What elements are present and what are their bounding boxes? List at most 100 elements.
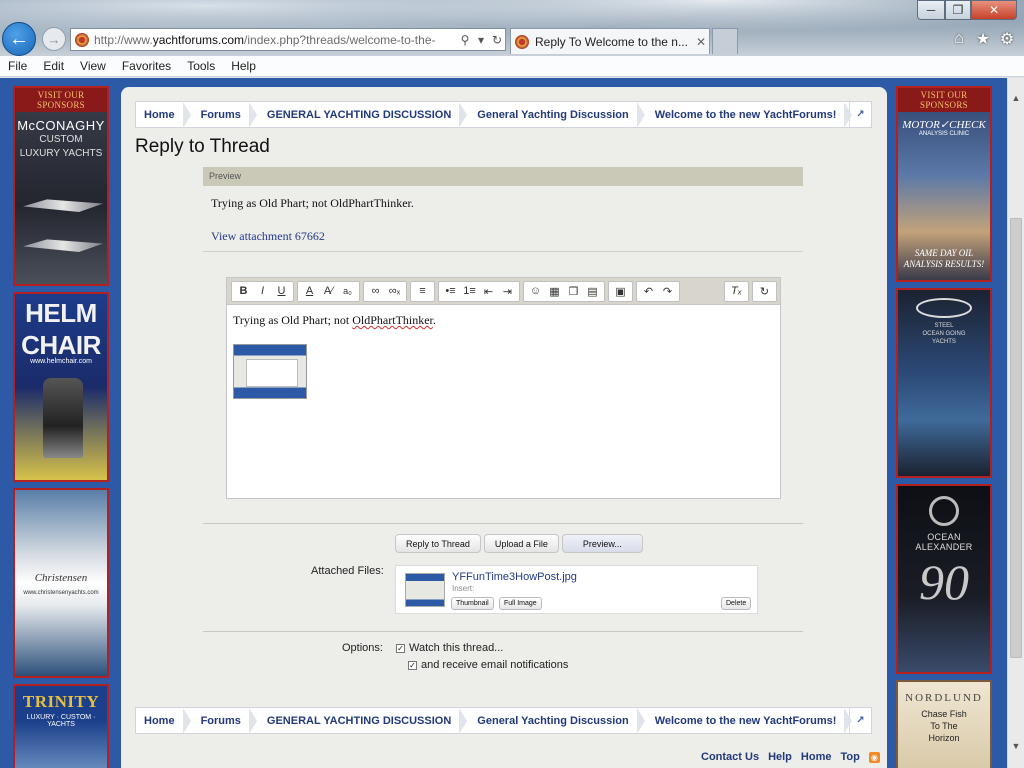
url-text[interactable]: http://www.yachtforums.com/index.php?thr… xyxy=(94,33,457,47)
italic-icon[interactable]: I xyxy=(253,282,272,301)
breadcrumb-home[interactable]: Home xyxy=(136,708,191,734)
ad-ocean-alexander[interactable]: OCEAN ALEXANDER 90 xyxy=(896,484,992,674)
ad-christensen[interactable]: Christensen www.christensenyachts.com xyxy=(13,488,109,678)
toolbar-group-font: A A⁄ a₀ xyxy=(297,280,360,302)
menu-help[interactable]: Help xyxy=(223,59,264,73)
ad-mcconaghy[interactable]: VISIT OUR SPONSORS McCONAGHY CUSTOM LUXU… xyxy=(13,86,109,286)
toolbar-group-link: ∞ ∞ₓ xyxy=(363,280,407,302)
options-label: Options: xyxy=(342,642,383,654)
media-icon[interactable]: ❐ xyxy=(564,282,583,301)
close-tab-icon[interactable]: ✕ xyxy=(693,35,709,49)
ad-bering[interactable]: STEEL OCEAN GOING YACHTS xyxy=(896,288,992,478)
align-icon[interactable]: ≡ xyxy=(413,282,432,301)
ad-helm-chair[interactable]: HELM CHAIR www.helmchair.com xyxy=(13,292,109,482)
restore-button[interactable]: ❐ xyxy=(945,0,971,20)
breadcrumb-bottom: Home Forums GENERAL YACHTING DISCUSSION … xyxy=(135,707,872,734)
email-notify-option[interactable]: ✓ and receive email notifications xyxy=(408,659,568,671)
scroll-up-icon[interactable]: ▲ xyxy=(1008,90,1024,106)
dropdown-arrow-icon[interactable]: ▾ xyxy=(473,33,489,47)
quote-icon[interactable]: ▤ xyxy=(583,282,602,301)
menu-view[interactable]: View xyxy=(72,59,114,73)
breadcrumb-forums[interactable]: Forums xyxy=(183,102,258,128)
watch-thread-checkbox[interactable]: ✓ xyxy=(396,643,405,653)
upload-file-button[interactable]: Upload a File xyxy=(483,534,559,553)
breadcrumb-thread[interactable]: Welcome to the new YachtForums! xyxy=(637,708,853,734)
footer-contact-us[interactable]: Contact Us xyxy=(701,751,759,763)
menu-file[interactable]: File xyxy=(0,59,35,73)
underline-icon[interactable]: U xyxy=(272,282,291,301)
gear-icon[interactable]: ⚙ xyxy=(998,30,1016,48)
view-attachment-link[interactable]: View attachment 67662 xyxy=(211,229,803,244)
menu-edit[interactable]: Edit xyxy=(35,59,72,73)
toggle-source-icon[interactable]: ↻ xyxy=(755,282,774,301)
forward-button[interactable]: → xyxy=(42,27,66,51)
preview-button[interactable]: Preview... xyxy=(561,534,643,553)
toolbar-group-align: ≡ xyxy=(410,280,435,302)
attachment-filename[interactable]: YFFunTime3HowPost.jpg xyxy=(452,571,577,583)
font-family-icon[interactable]: a₀ xyxy=(338,282,357,301)
menu-favorites[interactable]: Favorites xyxy=(114,59,179,73)
footer-help[interactable]: Help xyxy=(768,751,792,763)
insert-thumbnail-button[interactable]: Thumbnail xyxy=(451,597,494,610)
bullet-list-icon[interactable]: •≡ xyxy=(441,282,460,301)
numbered-list-icon[interactable]: 1≡ xyxy=(460,282,479,301)
reply-to-thread-button[interactable]: Reply to Thread xyxy=(395,534,481,553)
toolbar-group-source: ↻ xyxy=(752,280,777,302)
breadcrumb-forum[interactable]: General Yachting Discussion xyxy=(459,102,646,128)
undo-icon[interactable]: ↶ xyxy=(639,282,658,301)
image-icon[interactable]: ▦ xyxy=(545,282,564,301)
tab-active[interactable]: Reply To Welcome to the n... ✕ xyxy=(510,28,710,54)
breadcrumb-category[interactable]: GENERAL YACHTING DISCUSSION xyxy=(249,708,468,734)
scroll-down-icon[interactable]: ▼ xyxy=(1008,738,1024,754)
breadcrumb-thread[interactable]: Welcome to the new YachtForums! xyxy=(637,102,853,128)
indent-icon[interactable]: ⇥ xyxy=(498,282,517,301)
email-notify-checkbox[interactable]: ✓ xyxy=(408,660,417,670)
editor-content[interactable]: Trying as Old Phart; not OldPhartThinker… xyxy=(227,305,780,407)
smilie-icon[interactable]: ☺ xyxy=(526,282,545,301)
outdent-icon[interactable]: ⇤ xyxy=(479,282,498,301)
save-draft-icon[interactable]: ▣ xyxy=(611,282,630,301)
vertical-scrollbar[interactable]: ▲ ▼ xyxy=(1007,78,1024,768)
ad-motor-check[interactable]: VISIT OUR SPONSORS MOTOR✓CHECK ANALYSIS … xyxy=(896,86,992,282)
footer-top[interactable]: Top xyxy=(840,751,859,763)
menu-tools[interactable]: Tools xyxy=(179,59,223,73)
breadcrumb-forums[interactable]: Forums xyxy=(183,708,258,734)
search-icon[interactable]: ⚲ xyxy=(457,33,473,47)
font-size-icon[interactable]: A⁄ xyxy=(319,282,338,301)
scroll-thumb[interactable] xyxy=(1010,218,1022,658)
link-icon[interactable]: ∞ xyxy=(366,282,385,301)
ad-nordlund[interactable]: NORDLUND Chase Fish To The Horizon xyxy=(896,680,992,768)
unlink-icon[interactable]: ∞ₓ xyxy=(385,282,404,301)
rss-icon[interactable]: ◉ xyxy=(868,751,880,763)
ad-trinity[interactable]: TRINITY LUXURY · CUSTOM · YACHTS xyxy=(13,684,109,768)
editor-text: Trying as Old Phart; not OldPhartThinker… xyxy=(233,313,436,327)
minimize-button[interactable]: ─ xyxy=(917,0,945,20)
favorites-star-icon[interactable]: ★ xyxy=(974,30,992,48)
new-tab-button[interactable] xyxy=(712,28,738,54)
breadcrumb-forum[interactable]: General Yachting Discussion xyxy=(459,708,646,734)
toolbar-group-clear: Tₓ xyxy=(724,280,749,302)
back-button[interactable]: ← xyxy=(2,22,36,56)
delete-attachment-button[interactable]: Delete xyxy=(721,597,752,610)
font-color-icon[interactable]: A xyxy=(300,282,319,301)
breadcrumb-category[interactable]: GENERAL YACHTING DISCUSSION xyxy=(249,102,468,128)
address-bar[interactable]: http://www.yachtforums.com/index.php?thr… xyxy=(70,28,506,51)
footer-home[interactable]: Home xyxy=(801,751,832,763)
inserted-image-thumbnail[interactable] xyxy=(233,344,307,399)
close-window-button[interactable]: ✕ xyxy=(971,0,1017,20)
breadcrumb-home[interactable]: Home xyxy=(136,102,191,128)
home-icon[interactable]: ⌂ xyxy=(950,30,968,48)
ad-brand: TRINITY xyxy=(22,692,100,711)
refresh-icon[interactable]: ↻ xyxy=(489,33,505,47)
preview-section: Preview Trying as Old Phart; not OldPhar… xyxy=(203,167,803,252)
redo-icon[interactable]: ↷ xyxy=(658,282,677,301)
bold-icon[interactable]: B xyxy=(234,282,253,301)
remove-format-icon[interactable]: Tₓ xyxy=(727,282,746,301)
message-editor[interactable]: B I U A A⁄ a₀ ∞ ∞ₓ ≡ •≡ 1≡ ⇤ ⇥ ☺ ▦ ❐ ▤ ▣… xyxy=(226,277,781,499)
ad-header: VISIT OUR SPONSORS xyxy=(898,88,990,112)
watch-thread-option[interactable]: ✓ Watch this thread... xyxy=(396,642,503,654)
attachment-thumbnail[interactable] xyxy=(405,573,445,607)
footer-links: Contact Us Help Home Top ◉ xyxy=(701,751,880,763)
insert-full-image-button[interactable]: Full Image xyxy=(499,597,542,610)
ad-tagline: LUXURY · CUSTOM · YACHTS xyxy=(26,714,96,728)
